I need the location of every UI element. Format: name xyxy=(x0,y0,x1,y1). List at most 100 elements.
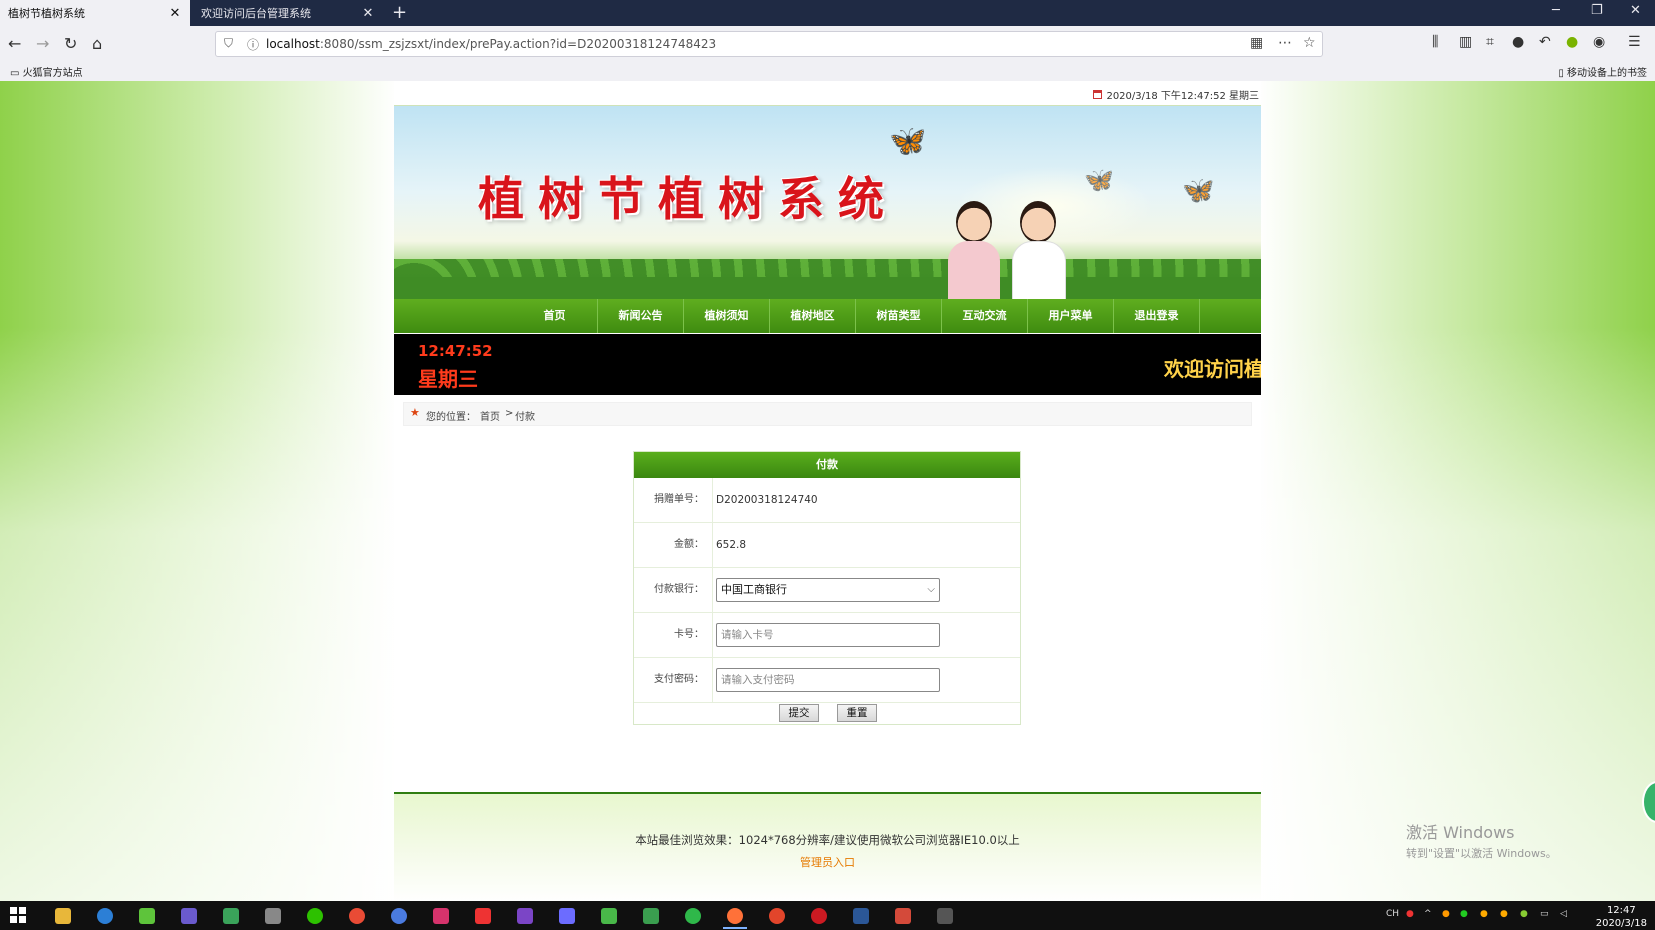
order-label: 捐赠单号： xyxy=(634,478,713,522)
butterfly-icon: 🦋 xyxy=(1084,166,1114,194)
menu-item-interaction[interactable]: 互动交流 xyxy=(942,299,1028,333)
windows-activation-watermark: 激活 Windows 转到"设置"以激活 Windows。 xyxy=(1406,823,1557,860)
site-title: 植树节植树系统 xyxy=(478,172,898,226)
app-icon[interactable] xyxy=(643,908,659,924)
opera-icon[interactable] xyxy=(811,908,827,924)
app-icon[interactable] xyxy=(601,908,617,924)
card-number-input[interactable] xyxy=(716,623,940,647)
menu-icon[interactable]: ☰ xyxy=(1628,34,1641,50)
card-row: 卡号： xyxy=(634,613,1020,658)
reload-icon[interactable]: ↻ xyxy=(64,34,77,53)
window-close-icon[interactable]: ✕ xyxy=(1630,3,1641,18)
password-row: 支付密码： xyxy=(634,658,1020,703)
extension-icon[interactable]: ● xyxy=(1566,34,1578,50)
app-icon[interactable] xyxy=(391,908,407,924)
menu-item-home[interactable]: 首页 xyxy=(512,299,598,333)
menu-item-regions[interactable]: 植树地区 xyxy=(770,299,856,333)
shield-icon[interactable]: ⛉ xyxy=(224,36,233,51)
app-icon[interactable] xyxy=(937,908,953,924)
star-icon: ★ xyxy=(410,406,420,419)
url-text[interactable]: localhost:8080/ssm_zsjzsxt/index/prePay.… xyxy=(266,37,716,51)
chrome-icon[interactable] xyxy=(769,908,785,924)
network-icon[interactable]: ▭ xyxy=(1540,909,1549,919)
breadcrumb-home-link[interactable]: 首页 xyxy=(480,408,500,423)
sidebar-icon[interactable]: ▥ xyxy=(1459,34,1472,50)
bookmark-mobile[interactable]: ▯ 移动设备上的书签 xyxy=(1558,64,1647,79)
site-banner: 植树节植树系统 🦋 🦋 🦋 xyxy=(394,106,1261,299)
banner-grass xyxy=(394,277,1261,299)
app-icon[interactable] xyxy=(223,908,239,924)
menu-item-logout[interactable]: 退出登录 xyxy=(1114,299,1200,333)
tools-app-icon[interactable] xyxy=(265,908,281,924)
input-language-indicator[interactable]: CH xyxy=(1386,909,1399,919)
tray-app-icon[interactable]: ● xyxy=(1460,909,1468,919)
qr-code-icon[interactable]: ▦ xyxy=(1250,35,1263,51)
menu-item-news[interactable]: 新闻公告 xyxy=(598,299,684,333)
chrome-icon[interactable] xyxy=(349,908,365,924)
word-icon[interactable] xyxy=(853,908,869,924)
more-actions-icon[interactable]: ⋯ xyxy=(1278,35,1292,51)
bookmark-firefox-site[interactable]: ▭ 火狐官方站点 xyxy=(10,64,83,79)
bank-selected-value: 中国工商银行 xyxy=(721,583,787,596)
app-icon[interactable] xyxy=(139,908,155,924)
bookmark-star-icon[interactable]: ☆ xyxy=(1303,35,1316,51)
close-icon[interactable]: ✕ xyxy=(361,6,375,21)
undo-icon[interactable]: ↶ xyxy=(1539,34,1551,50)
volume-icon[interactable]: ◁ xyxy=(1560,909,1567,919)
back-icon[interactable]: ← xyxy=(8,34,21,53)
file-explorer-icon[interactable] xyxy=(55,908,71,924)
clock-time: 12:47:52 xyxy=(418,342,493,360)
close-icon[interactable]: ✕ xyxy=(168,6,182,21)
order-value: D20200318124740 xyxy=(716,494,818,506)
password-label: 支付密码： xyxy=(634,658,713,702)
payment-form: 付款 捐赠单号： D20200318124740 金额： 652.8 付款银行：… xyxy=(633,451,1021,725)
menu-item-seedlings[interactable]: 树苗类型 xyxy=(856,299,942,333)
qq-icon[interactable] xyxy=(475,908,491,924)
admin-entry-link[interactable]: 管理员入口 xyxy=(394,854,1261,870)
pay-password-input[interactable] xyxy=(716,668,940,692)
home-icon[interactable]: ⌂ xyxy=(92,34,102,53)
taskbar-clock[interactable]: 12:47 2020/3/18 xyxy=(1596,904,1647,930)
app-icon[interactable] xyxy=(559,908,575,924)
tray-app-icon[interactable]: ● xyxy=(1442,909,1450,919)
app-icon[interactable] xyxy=(895,908,911,924)
visual-studio-icon[interactable] xyxy=(517,908,533,924)
ide-icon[interactable] xyxy=(433,908,449,924)
menu-item-user-menu[interactable]: 用户菜单 xyxy=(1028,299,1114,333)
breadcrumb: ★ 您的位置： 首页 > 付款 xyxy=(403,402,1252,426)
amount-row: 金额： 652.8 xyxy=(634,523,1020,568)
clock-weekday: 星期三 xyxy=(418,367,478,391)
minimize-icon[interactable]: ─ xyxy=(1552,3,1560,18)
calendar-icon xyxy=(1093,90,1103,99)
reset-button[interactable]: 重置 xyxy=(837,704,877,722)
account-icon[interactable]: ◉ xyxy=(1593,34,1605,50)
wechat-icon[interactable] xyxy=(307,908,323,924)
tab-tree-system[interactable]: 植树节植树系统 ✕ xyxy=(0,0,190,26)
bank-select[interactable]: 中国工商银行 ⌵ xyxy=(716,578,940,602)
firefox-icon[interactable] xyxy=(723,908,747,929)
tray-chevron-icon[interactable]: ^ xyxy=(1424,909,1432,919)
restore-icon[interactable]: ❐ xyxy=(1591,3,1603,18)
menu-item-notice[interactable]: 植树须知 xyxy=(684,299,770,333)
tray-app-icon[interactable]: ● xyxy=(1480,909,1488,919)
app-icon[interactable] xyxy=(685,908,701,924)
tab-admin-system[interactable]: 欢迎访问后台管理系统 ✕ xyxy=(193,0,383,26)
tray-app-icon[interactable]: ● xyxy=(1520,909,1528,919)
floating-badge[interactable] xyxy=(1642,781,1655,823)
info-icon[interactable]: ⓘ xyxy=(247,36,259,53)
address-bar[interactable]: ⛉ ⓘ localhost:8080/ssm_zsjzsxt/index/pre… xyxy=(215,31,1323,57)
tray-app-icon[interactable]: ● xyxy=(1500,909,1508,919)
app-icon[interactable] xyxy=(181,908,197,924)
browser-app-icon[interactable] xyxy=(97,908,113,924)
new-tab-button[interactable]: + xyxy=(392,2,407,23)
butterfly-icon: 🦋 xyxy=(1182,176,1215,206)
submit-button[interactable]: 提交 xyxy=(779,704,819,722)
screenshot-icon[interactable]: ⌗ xyxy=(1486,34,1494,50)
header-datetime: 2020/3/18 下午12:47:52 星期三 xyxy=(1093,87,1259,102)
forward-icon[interactable]: → xyxy=(36,34,49,53)
chat-icon[interactable]: ● xyxy=(1512,34,1524,50)
butterfly-icon: 🦋 xyxy=(889,124,927,159)
tray-app-icon[interactable]: ● xyxy=(1406,909,1414,919)
windows-start-icon[interactable] xyxy=(10,907,26,923)
library-icon[interactable]: ⫼ xyxy=(1432,34,1438,50)
